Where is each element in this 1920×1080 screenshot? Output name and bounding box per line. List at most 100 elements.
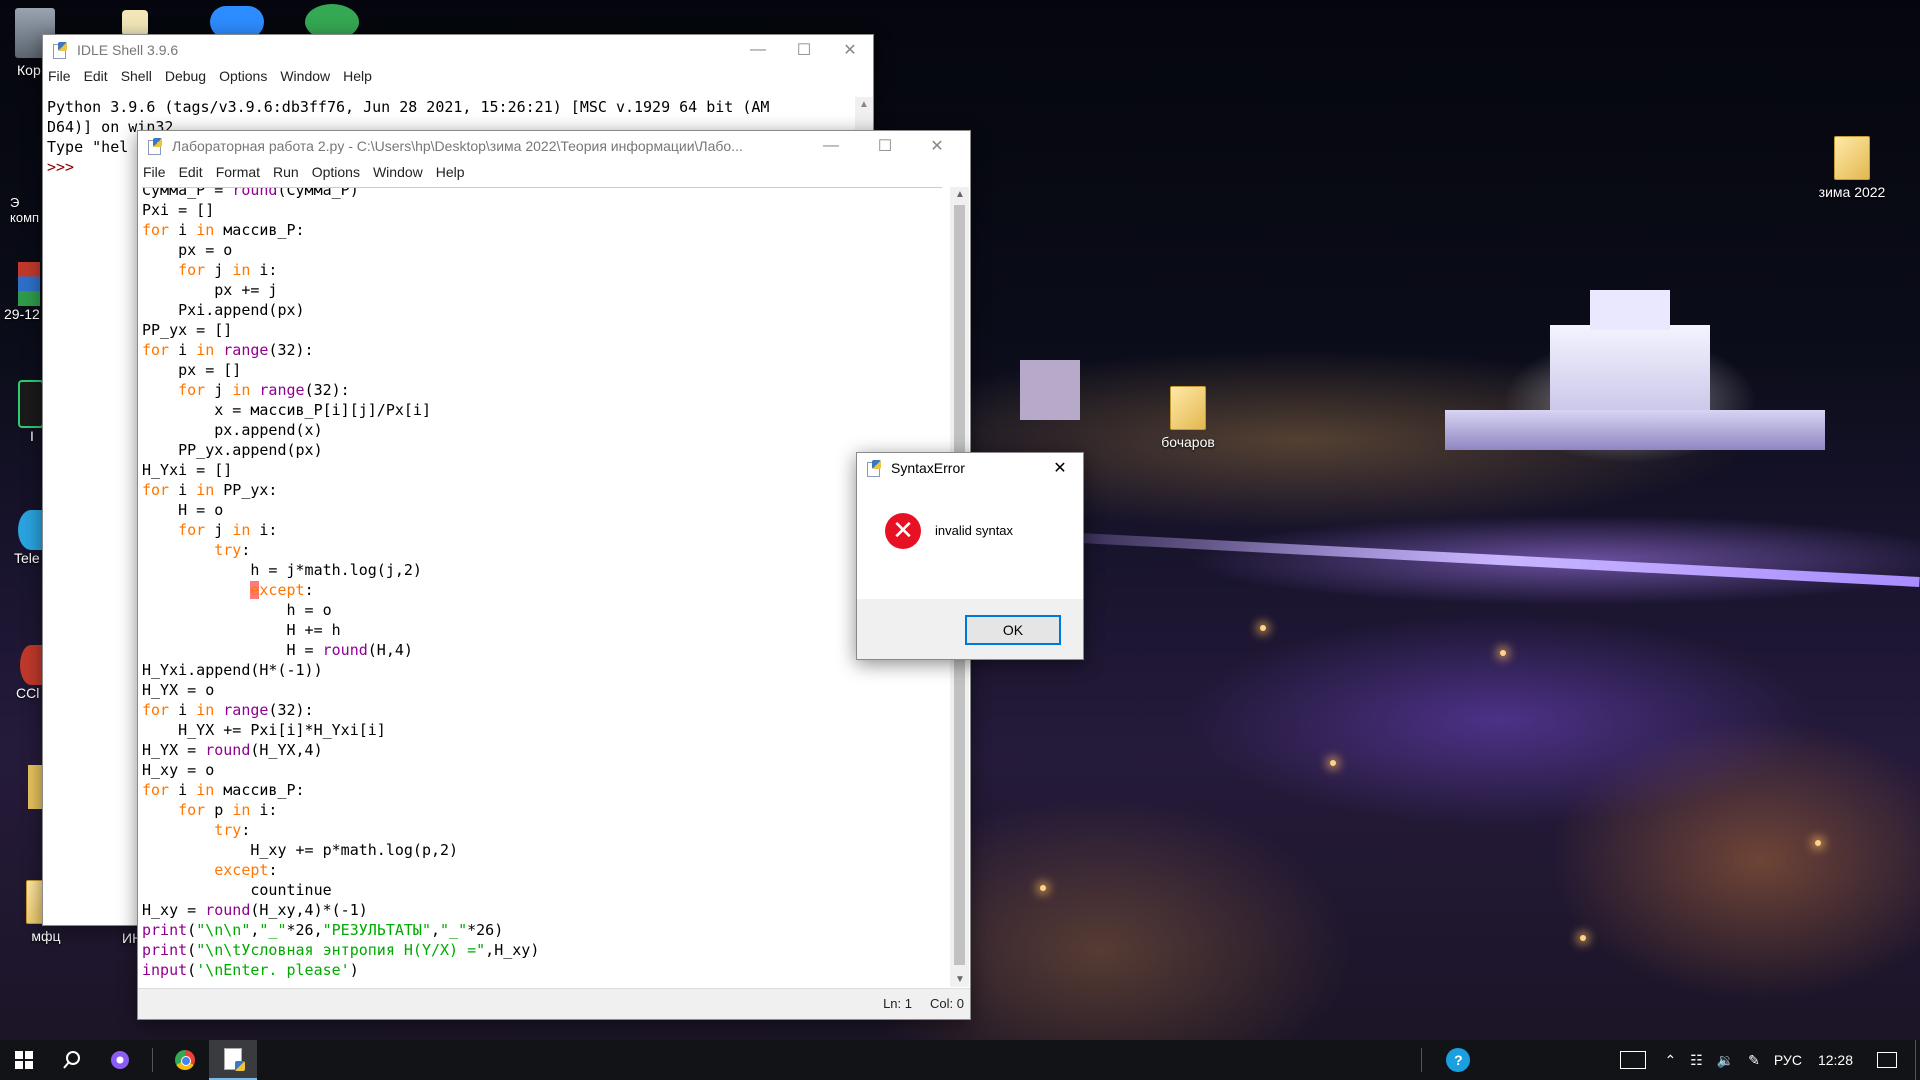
code-line: H_Yxi.append(H*(-1)) xyxy=(142,660,942,680)
syntax-error-dialog[interactable]: SyntaxError ✕ ✕ invalid syntax OK xyxy=(856,452,1084,660)
code-line: x = массив_P[i][j]/Px[i] xyxy=(142,400,942,420)
chevron-up-icon[interactable]: ⌃ xyxy=(1664,1052,1676,1069)
editor-titlebar[interactable]: Лабораторная работа 2.py - C:\Users\hp\D… xyxy=(138,131,970,161)
close-button[interactable]: ✕ xyxy=(1037,453,1083,483)
menu-format[interactable]: Format xyxy=(211,164,268,180)
menu-help[interactable]: Help xyxy=(338,68,380,84)
code-line: H += h xyxy=(142,620,942,640)
maximize-button[interactable]: ☐ xyxy=(862,131,908,161)
menu-shell[interactable]: Shell xyxy=(116,68,160,84)
code-token: in xyxy=(196,221,215,239)
volume-icon[interactable]: 🔉 xyxy=(1717,1052,1734,1069)
ok-button[interactable]: OK xyxy=(965,615,1061,645)
code-token: px = o xyxy=(142,241,233,259)
shell-titlebar[interactable]: IDLE Shell 3.9.6 — ☐ ✕ xyxy=(43,35,873,65)
code-token: h = j*math.log(j,2) xyxy=(142,561,422,579)
folder-icon[interactable] xyxy=(28,765,42,809)
menu-debug[interactable]: Debug xyxy=(160,68,214,84)
pen-icon[interactable]: ✎ xyxy=(1748,1052,1760,1069)
search-button[interactable] xyxy=(48,1040,96,1080)
desktop-icon-telegram[interactable]: Tele xyxy=(0,510,44,566)
code-token: for xyxy=(178,521,206,539)
desktop-icon-app[interactable]: I xyxy=(0,380,44,444)
desktop-icon-zima-2022[interactable]: зима 2022 xyxy=(1812,136,1892,200)
code-token: round xyxy=(205,901,251,919)
scroll-up-icon[interactable]: ▲ xyxy=(859,99,869,110)
scroll-down-icon[interactable]: ▼ xyxy=(955,974,965,985)
code-line: input('\nEnter. please') xyxy=(142,960,942,980)
code-token: ,H_xy) xyxy=(485,941,540,959)
code-token: H_Yxi = [] xyxy=(142,461,233,479)
code-token: for xyxy=(142,481,170,499)
code-token: in xyxy=(232,381,251,399)
dialog-titlebar[interactable]: SyntaxError ✕ xyxy=(857,453,1083,483)
notifications-icon[interactable] xyxy=(1877,1052,1897,1068)
news-icon[interactable] xyxy=(1620,1051,1647,1069)
desktop-icon-label: I xyxy=(30,428,34,444)
python-file-icon xyxy=(148,138,164,155)
menu-options[interactable]: Options xyxy=(307,164,368,180)
menu-file[interactable]: File xyxy=(138,164,174,180)
taskbar-chrome[interactable] xyxy=(161,1040,209,1080)
code-token: in xyxy=(232,521,251,539)
network-icon[interactable]: ☷ xyxy=(1690,1052,1703,1069)
wallpaper-light xyxy=(1330,760,1336,766)
app-icon xyxy=(18,380,44,428)
scroll-up-icon[interactable]: ▲ xyxy=(955,189,965,200)
code-token: range xyxy=(259,381,305,399)
taskbar-idle[interactable] xyxy=(209,1040,257,1080)
desktop-icon-archive[interactable]: 29-12 xyxy=(0,262,44,322)
tray-divider xyxy=(1421,1048,1423,1072)
menu-options[interactable]: Options xyxy=(214,68,275,84)
close-button[interactable]: ✕ xyxy=(827,35,873,65)
code-token: (32): xyxy=(268,341,314,359)
minimize-button[interactable]: — xyxy=(808,131,854,161)
code-token: H = xyxy=(142,641,323,659)
desktop-icon-partial[interactable]: ИН xyxy=(110,930,142,946)
language-indicator[interactable]: РУС xyxy=(1774,1052,1802,1068)
code-token: PP_yx = [] xyxy=(142,321,233,339)
code-token: x = массив_P[i][j]/Px[i] xyxy=(142,401,431,419)
minimize-button[interactable]: — xyxy=(735,35,781,65)
cortana-button[interactable] xyxy=(96,1040,144,1080)
desktop-icon-ccleaner[interactable]: CCl xyxy=(0,645,44,701)
code-token: ) xyxy=(349,961,359,979)
menu-file[interactable]: File xyxy=(43,68,79,84)
code-line: H = round(H,4) xyxy=(142,640,942,660)
menu-edit[interactable]: Edit xyxy=(79,68,116,84)
code-editor[interactable]: Сумма_P = round(Сумма_P) Pxi = [] for i in… xyxy=(142,187,942,988)
clock[interactable]: 12:28 xyxy=(1818,1052,1853,1068)
code-token: i xyxy=(169,341,197,359)
desktop-icon-label: бочаров xyxy=(1161,434,1215,450)
desktop-icon-this-pc[interactable]: Э комп xyxy=(0,165,40,240)
desktop-icon-bocharov[interactable]: бочаров xyxy=(1148,386,1228,450)
code-token: in xyxy=(232,261,251,279)
code-line: px = [] xyxy=(142,360,942,380)
code-lines: Сумма_P = round(Сумма_P) Pxi = [] for i in… xyxy=(142,188,942,980)
dialog-body: ✕ invalid syntax xyxy=(857,483,1083,599)
start-button[interactable] xyxy=(0,1040,48,1080)
code-token: : xyxy=(304,581,314,599)
menu-window[interactable]: Window xyxy=(275,68,338,84)
menu-edit[interactable]: Edit xyxy=(174,164,211,180)
code-token: i: xyxy=(250,261,278,279)
document-icon[interactable] xyxy=(122,10,148,36)
menu-run[interactable]: Run xyxy=(268,164,307,180)
code-token: i: xyxy=(250,801,278,819)
code-token: *26) xyxy=(467,921,504,939)
close-button[interactable]: ✕ xyxy=(914,131,960,161)
code-line: PP_yx = [] xyxy=(142,320,942,340)
show-desktop-button[interactable] xyxy=(1915,1040,1920,1080)
menu-window[interactable]: Window xyxy=(368,164,431,180)
shell-line: Python 3.9.6 (tags/v3.9.6:db3ff76, Jun 2… xyxy=(47,98,770,116)
help-icon[interactable]: ? xyxy=(1446,1048,1471,1072)
maximize-button[interactable]: ☐ xyxy=(781,35,827,65)
code-token: except xyxy=(214,861,269,879)
idle-editor-window[interactable]: Лабораторная работа 2.py - C:\Users\hp\D… xyxy=(137,130,971,1020)
code-line: PP_yx.append(px) xyxy=(142,440,942,460)
menu-help[interactable]: Help xyxy=(431,164,473,180)
code-token: "РЕЗУЛЬТАТЫ" xyxy=(322,921,431,939)
